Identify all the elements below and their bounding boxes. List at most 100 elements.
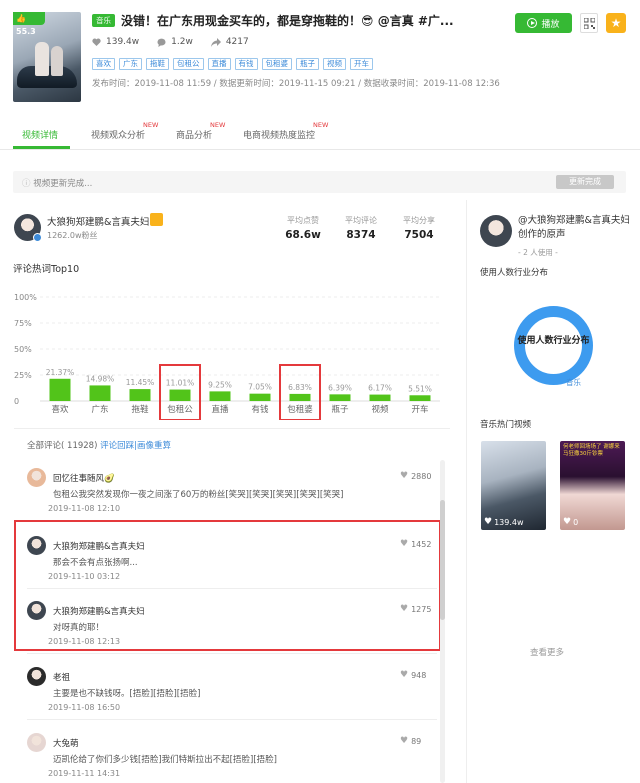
comments-stat: 1.2w — [157, 37, 193, 47]
update-status-text: 视频更新完成... — [33, 179, 93, 189]
verified-icon — [33, 233, 42, 242]
comments-scroll-thumb[interactable] — [440, 500, 445, 620]
x-tick-label: 开车 — [411, 404, 428, 415]
keyword-tag[interactable]: 广东 — [119, 58, 142, 70]
comment-like-count[interactable]: 948 — [400, 670, 426, 680]
hot-video-card[interactable]: 何老师回场场了 谢娜来马狂撒30斤钞票 0 — [560, 441, 625, 530]
tab-label: 视频详情 — [22, 131, 59, 141]
bar — [209, 391, 231, 401]
new-badge: NEW — [313, 121, 329, 129]
hot-video-card[interactable]: 139.4w — [481, 441, 546, 530]
tab-2[interactable]: 商品分析 NEW — [176, 121, 225, 141]
tab-label: 电商视频热度监控 — [243, 131, 316, 141]
thumb-up-icon: 👍 — [16, 14, 26, 23]
tab-3[interactable]: 电商视频热度监控 NEW — [243, 121, 328, 141]
comments-count: ( 11928) — [61, 441, 98, 451]
comment-time: 2019-11-11 14:31 — [48, 769, 121, 778]
play-button[interactable]: 播放 — [515, 13, 572, 33]
y-tick-label: 75% — [14, 319, 32, 328]
x-tick-label: 瓶子 — [331, 404, 349, 415]
comments-count: 1.2w — [171, 37, 193, 47]
play-icon — [527, 18, 538, 28]
info-icon: ⓘ — [22, 179, 31, 189]
bar-value-label: 6.83% — [288, 383, 312, 392]
comment-divider — [27, 719, 437, 720]
likes-count: 139.4w — [106, 37, 140, 47]
tab-0[interactable]: 视频详情 — [22, 128, 58, 141]
comments-label: 全部评论 — [27, 441, 62, 451]
tab-label: 视频观众分析 — [91, 131, 146, 141]
comments-recalc-link[interactable]: 评论回踩|画像重算 — [100, 441, 171, 451]
y-tick-label: 50% — [14, 345, 32, 354]
bar — [169, 389, 191, 401]
hot-video-likes: 0 — [563, 517, 578, 527]
y-tick-label: 100% — [14, 293, 37, 302]
comment-text: 包租公我突然发现你一夜之间涨了60万的粉丝[笑哭][笑哭][笑哭][笑哭][笑哭… — [53, 490, 344, 500]
bar-value-label: 9.25% — [208, 380, 232, 389]
music-used-count: - 2 人使用 - — [518, 248, 558, 257]
bar — [249, 393, 271, 401]
time-info: 发布时间：2019-11-08 11:59 / 数据更新时间：2019-11-1… — [92, 79, 500, 89]
new-badge: NEW — [210, 121, 226, 129]
tab-label: 商品分析 — [176, 131, 213, 141]
likes-stat: 139.4w — [92, 37, 139, 47]
new-badge: NEW — [143, 121, 159, 129]
metric-label: 平均分享 — [403, 216, 435, 225]
keyword-tag[interactable]: 包租公 — [173, 58, 204, 70]
heart-icon — [92, 38, 101, 46]
comment-author[interactable]: 回忆往事随风🥑 — [53, 472, 115, 484]
keyword-tag[interactable]: 开车 — [350, 58, 373, 70]
comment-text: 主要是也不缺钱呀。[捂脸][捂脸][捂脸] — [53, 689, 201, 699]
update-button[interactable]: 更新完成 — [556, 175, 614, 189]
bar — [129, 389, 151, 401]
hot-video-caption: 何老师回场场了 谢娜来马狂撒30斤钞票 — [563, 444, 620, 457]
share-icon — [210, 37, 221, 47]
video-stats: 139.4w 1.2w 4217 — [92, 37, 267, 47]
metric-value: 68.6w — [285, 229, 321, 241]
metric-value: 8374 — [346, 229, 376, 241]
bar — [89, 385, 111, 401]
video-title: 没错！在广东用现金买车的，都是穿拖鞋的！😎 @言真 #广... — [121, 14, 454, 28]
shares-count: 4217 — [225, 37, 249, 47]
comment-author[interactable]: 老祖 — [53, 671, 70, 683]
comment-like-count[interactable]: 2880 — [400, 471, 431, 481]
update-bar — [13, 171, 626, 193]
comment-time: 2019-11-08 12:10 — [48, 504, 121, 513]
bar — [329, 394, 351, 401]
y-tick-label: 25% — [14, 371, 32, 380]
author-name[interactable]: 大狼狗郑建鹏&言真夫妇 — [47, 214, 149, 228]
comment-avatar[interactable] — [27, 468, 46, 487]
hot-videos-title: 音乐热门视频 — [480, 420, 532, 430]
qrcode-icon — [583, 17, 595, 29]
keyword-tag[interactable]: 视频 — [323, 58, 346, 70]
keyword-tag[interactable]: 喜欢 — [92, 58, 115, 70]
comment-like-count[interactable]: 89 — [400, 736, 421, 746]
bar-value-label: 11.45% — [126, 378, 155, 387]
sidebar-divider — [466, 200, 467, 783]
tab-1[interactable]: 视频观众分析 NEW — [91, 121, 158, 141]
qrcode-button[interactable] — [580, 13, 598, 33]
keyword-tag[interactable]: 有钱 — [234, 58, 258, 70]
comment-avatar[interactable] — [27, 667, 46, 686]
bar-value-label: 5.51% — [408, 384, 432, 393]
play-label: 播放 — [541, 19, 560, 30]
comment-text: 迈凯伦给了你们多少钱[捂脸]我们特斯拉出不起[捂脸][捂脸] — [53, 755, 277, 765]
keyword-tag[interactable]: 瓶子 — [296, 58, 319, 70]
comment-author[interactable]: 大兔萌 — [53, 737, 79, 749]
keyword-tag[interactable]: 直播 — [207, 58, 231, 70]
bar-value-label: 6.17% — [368, 384, 392, 393]
hotword-bar-chart: 100% 75% 50% 25% 0 21.37% 喜欢 14.98% 广东 11.45% 拖鞋 11… — [14, 293, 440, 420]
highlight-box — [14, 520, 441, 651]
bar — [289, 393, 311, 401]
keyword-tag[interactable]: 拖鞋 — [146, 58, 169, 70]
music-name[interactable]: @大狼狗郑建鹏&言真夫妇创作的原声 — [518, 214, 630, 242]
favorite-button[interactable]: ★ — [606, 13, 626, 33]
x-tick-label: 视频 — [371, 404, 389, 415]
star-icon: ★ — [610, 16, 622, 30]
music-avatar[interactable] — [480, 215, 512, 247]
x-tick-label: 广东 — [91, 404, 108, 415]
view-more-link[interactable]: 查看更多 — [530, 646, 564, 658]
keyword-tag[interactable]: 包租婆 — [261, 58, 292, 70]
comment-avatar[interactable] — [27, 733, 46, 752]
shares-stat: 4217 — [210, 37, 249, 47]
